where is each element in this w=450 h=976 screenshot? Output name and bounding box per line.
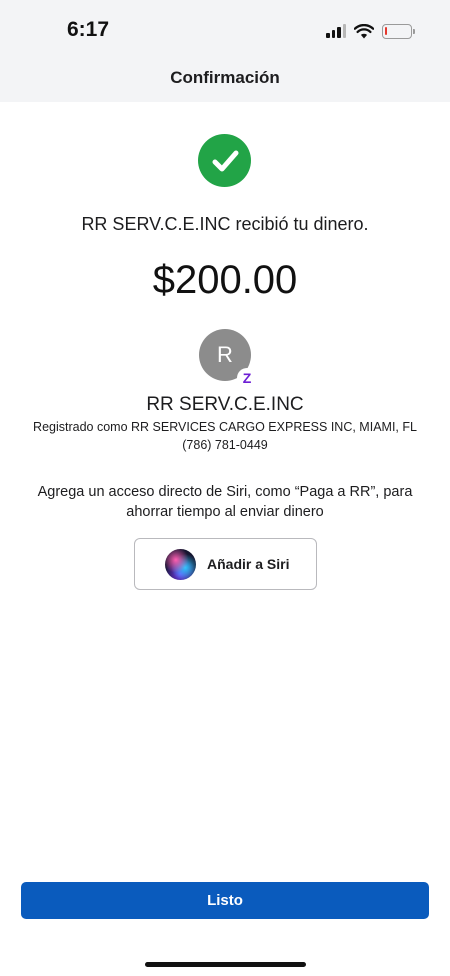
check-circle-icon — [198, 134, 251, 187]
recipient-phone: (786) 781-0449 — [182, 438, 268, 452]
home-indicator[interactable] — [145, 962, 306, 967]
battery-icon — [382, 23, 415, 39]
add-to-siri-label: Añadir a Siri — [207, 556, 290, 572]
siri-hint-text: Agrega un acceso directo de Siri, como “… — [37, 484, 413, 520]
add-to-siri-button[interactable]: Añadir a Siri — [134, 538, 317, 590]
amount-sent: $200.00 — [152, 258, 298, 302]
done-button-label: Listo — [207, 892, 243, 909]
siri-icon — [165, 548, 196, 580]
confirmation-screen: 6:17 Confirmación RR SERV.C.E.INC recibi… — [0, 0, 450, 976]
page-title: Confirmación — [170, 68, 280, 87]
status-time: 6:17 — [67, 18, 110, 41]
battery-level — [385, 26, 387, 35]
wifi-icon — [354, 23, 374, 38]
recipient-name: RR SERV.C.E.INC — [146, 394, 304, 415]
header-bar: 6:17 Confirmación — [0, 0, 450, 102]
done-button[interactable]: Listo — [21, 882, 429, 919]
zelle-badge-glyph: Z — [242, 370, 252, 386]
received-message: RR SERV.C.E.INC recibió tu dinero. — [81, 214, 369, 234]
cellular-signal-icon — [326, 24, 346, 38]
avatar-initial: R — [217, 342, 233, 367]
zelle-icon: Z — [237, 368, 257, 388]
status-icons — [326, 20, 415, 42]
recipient-registered-as: Registrado como RR SERVICES CARGO EXPRES… — [33, 420, 417, 434]
